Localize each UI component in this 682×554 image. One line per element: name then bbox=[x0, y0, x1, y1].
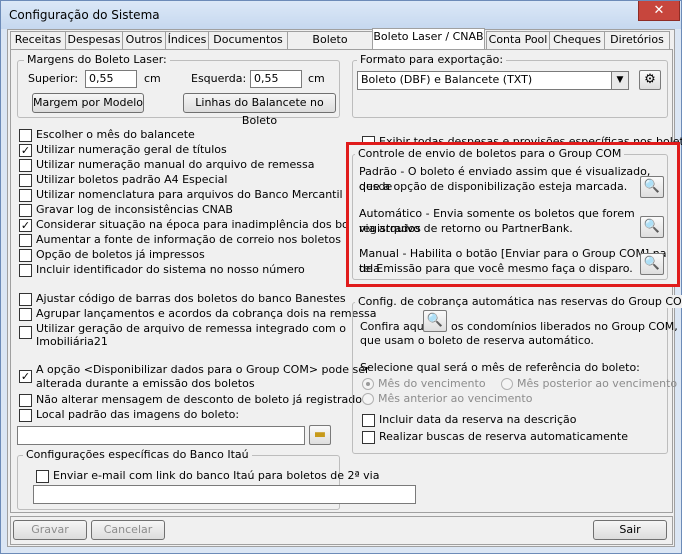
groupcom-padrao-line2: que a opção de disponibilização esteja m… bbox=[359, 180, 628, 193]
margin-model-button[interactable]: Margem por Modelo bbox=[32, 93, 144, 113]
option-label: A opção <Disponibilizar dados para o Gro… bbox=[36, 363, 370, 376]
superior-label: Superior: bbox=[28, 72, 79, 85]
esquerda-input[interactable]: 0,55 bbox=[250, 70, 302, 88]
search-icon[interactable]: 🔍 bbox=[423, 310, 447, 332]
option-label: Incluir identificador do sistema no noss… bbox=[36, 263, 305, 276]
tab-conta-pool[interactable]: Conta Pool bbox=[486, 31, 550, 49]
option-checkbox[interactable]: ✓ bbox=[19, 370, 32, 383]
option-label-cont: alterada durante a emissão dos boletos bbox=[36, 377, 255, 390]
option-label: Gravar log de inconsistências CNAB bbox=[36, 203, 233, 216]
month-ref-label: Selecione qual será o mês de referência … bbox=[360, 361, 640, 374]
incluir-data-label: Incluir data da reserva na descrição bbox=[379, 413, 577, 426]
window-title: Configuração do Sistema bbox=[9, 8, 160, 22]
export-format-select[interactable]: Boleto (DBF) e Balancete (TXT) ▼ bbox=[357, 71, 629, 90]
balancete-lines-button[interactable]: Linhas do Balancete no Boleto bbox=[183, 93, 336, 127]
search-icon[interactable]: 🔍 bbox=[640, 216, 664, 238]
option-label: Ajustar código de barras dos boletos do … bbox=[36, 292, 346, 305]
option-label: Utilizar numeração geral de títulos bbox=[36, 143, 227, 156]
option-checkbox[interactable] bbox=[19, 293, 32, 306]
itau-email-input[interactable] bbox=[33, 485, 416, 504]
tab-receitas[interactable]: Receitas bbox=[10, 31, 66, 49]
confira-line2: que usam o boleto de reserva automático. bbox=[360, 334, 594, 347]
option-checkbox[interactable] bbox=[19, 264, 32, 277]
tab-cheques[interactable]: Cheques bbox=[549, 31, 605, 49]
option-checkbox[interactable] bbox=[19, 204, 32, 217]
option-checkbox[interactable] bbox=[19, 308, 32, 321]
confira-pre-label: Confira aqui bbox=[360, 320, 427, 333]
close-window-button[interactable]: ✕ bbox=[638, 1, 680, 21]
option-checkbox[interactable] bbox=[19, 394, 32, 407]
radio-mes-vencimento[interactable] bbox=[362, 378, 374, 390]
title-bar: Configuração do Sistema ✕ bbox=[1, 1, 681, 29]
option-checkbox[interactable] bbox=[19, 189, 32, 202]
tab-despesas[interactable]: Despesas bbox=[65, 31, 123, 49]
cancel-button[interactable]: Cancelar bbox=[91, 520, 165, 540]
option-checkbox[interactable] bbox=[19, 174, 32, 187]
itau-legend: Configurações específicas do Banco Itaú bbox=[23, 448, 252, 461]
footer-bar: Gravar Cancelar Sair bbox=[10, 516, 673, 545]
incluir-data-checkbox[interactable] bbox=[362, 414, 375, 427]
option-label: Agrupar lançamentos e acordos da cobranç… bbox=[36, 307, 377, 320]
tab-panel: Margens do Boleto Laser: Superior: 0,55 … bbox=[10, 49, 682, 513]
radio-mes-vencimento-label: Mês do vencimento bbox=[378, 377, 486, 390]
config-window: Configuração do Sistema ✕ Receitas Despe… bbox=[0, 0, 682, 554]
buscas-reserva-label: Realizar buscas de reserva automaticamen… bbox=[379, 430, 628, 443]
superior-unit: cm bbox=[144, 72, 161, 85]
option-label: Aumentar a fonte de informação de correi… bbox=[36, 233, 342, 246]
tab-boleto-laser-cnab[interactable]: Boleto Laser / CNAB bbox=[372, 28, 485, 49]
buscas-reserva-checkbox[interactable] bbox=[362, 431, 375, 444]
option-checkbox[interactable] bbox=[19, 129, 32, 142]
option-checkbox[interactable] bbox=[19, 326, 32, 339]
option-checkbox[interactable] bbox=[19, 159, 32, 172]
radio-mes-anterior[interactable] bbox=[362, 393, 374, 405]
tab-outros[interactable]: Outros bbox=[122, 31, 166, 49]
esquerda-unit: cm bbox=[308, 72, 325, 85]
auto-legend: Config. de cobrança automática nas reser… bbox=[355, 295, 682, 308]
option-label: Opção de boletos já impressos bbox=[36, 248, 205, 261]
tab-documentos[interactable]: Documentos bbox=[208, 31, 288, 49]
radio-mes-posterior[interactable] bbox=[501, 378, 513, 390]
groupcom-legend: Controle de envio de boletos para o Grou… bbox=[355, 147, 625, 160]
radio-mes-posterior-label: Mês posterior ao vencimento bbox=[517, 377, 678, 390]
option-label: Utilizar boletos padrão A4 Especial bbox=[36, 173, 228, 186]
option-label: Utilizar nomenclatura para arquivos do B… bbox=[36, 188, 343, 201]
save-button[interactable]: Gravar bbox=[13, 520, 87, 540]
option-label: Escolher o mês do balancete bbox=[36, 128, 195, 141]
tab-boleto-matricial[interactable]: Boleto Matricial bbox=[287, 31, 373, 62]
option-checkbox[interactable]: ✓ bbox=[19, 219, 32, 232]
export-legend: Formato para exportação: bbox=[357, 53, 507, 66]
confira-post-label: os condomínios liberados no Group COM, bbox=[451, 320, 678, 333]
exit-button[interactable]: Sair bbox=[593, 520, 667, 540]
itau-email-label: Enviar e-mail com link do banco Itaú par… bbox=[53, 469, 380, 482]
option-label-cont: Imobiliária21 bbox=[36, 335, 108, 348]
option-label: Utilizar numeração manual do arquivo de … bbox=[36, 158, 315, 171]
option-checkbox[interactable]: ✓ bbox=[19, 144, 32, 157]
option-checkbox[interactable] bbox=[19, 234, 32, 247]
option-label: Local padrão das imagens do boleto: bbox=[36, 408, 240, 421]
export-format-value: Boleto (DBF) e Balancete (TXT) bbox=[361, 73, 533, 86]
option-checkbox[interactable] bbox=[19, 409, 32, 422]
option-label: Considerar situação na época para inadim… bbox=[36, 218, 376, 231]
search-icon[interactable]: 🔍 bbox=[640, 253, 664, 275]
option-checkbox[interactable] bbox=[19, 249, 32, 262]
groupcom-manual-line2: de Emissão para que você mesmo faça o di… bbox=[359, 262, 633, 275]
groupcom-automatico-line2: via arquivo de retorno ou PartnerBank. bbox=[359, 222, 573, 235]
margins-legend: Margens do Boleto Laser: bbox=[24, 53, 170, 66]
option-label: Utilizar geração de arquivo de remessa i… bbox=[36, 322, 346, 335]
chevron-down-icon[interactable]: ▼ bbox=[611, 72, 628, 89]
search-icon[interactable]: 🔍 bbox=[640, 176, 664, 198]
radio-mes-anterior-label: Mês anterior ao vencimento bbox=[378, 392, 533, 405]
window-client: Receitas Despesas Outros Índices Documen… bbox=[7, 28, 682, 547]
esquerda-label: Esquerda: bbox=[191, 72, 247, 85]
itau-email-checkbox[interactable] bbox=[36, 470, 49, 483]
superior-input[interactable]: 0,55 bbox=[85, 70, 137, 88]
image-path-input[interactable] bbox=[17, 426, 305, 445]
option-label: Não alterar mensagem de desconto de bole… bbox=[36, 393, 362, 406]
folder-icon[interactable]: ▬ bbox=[309, 425, 331, 445]
settings-icon[interactable]: ⚙ bbox=[639, 70, 661, 90]
tab-diretorios[interactable]: Diretórios bbox=[604, 31, 670, 49]
tab-indices[interactable]: Índices bbox=[165, 31, 209, 49]
